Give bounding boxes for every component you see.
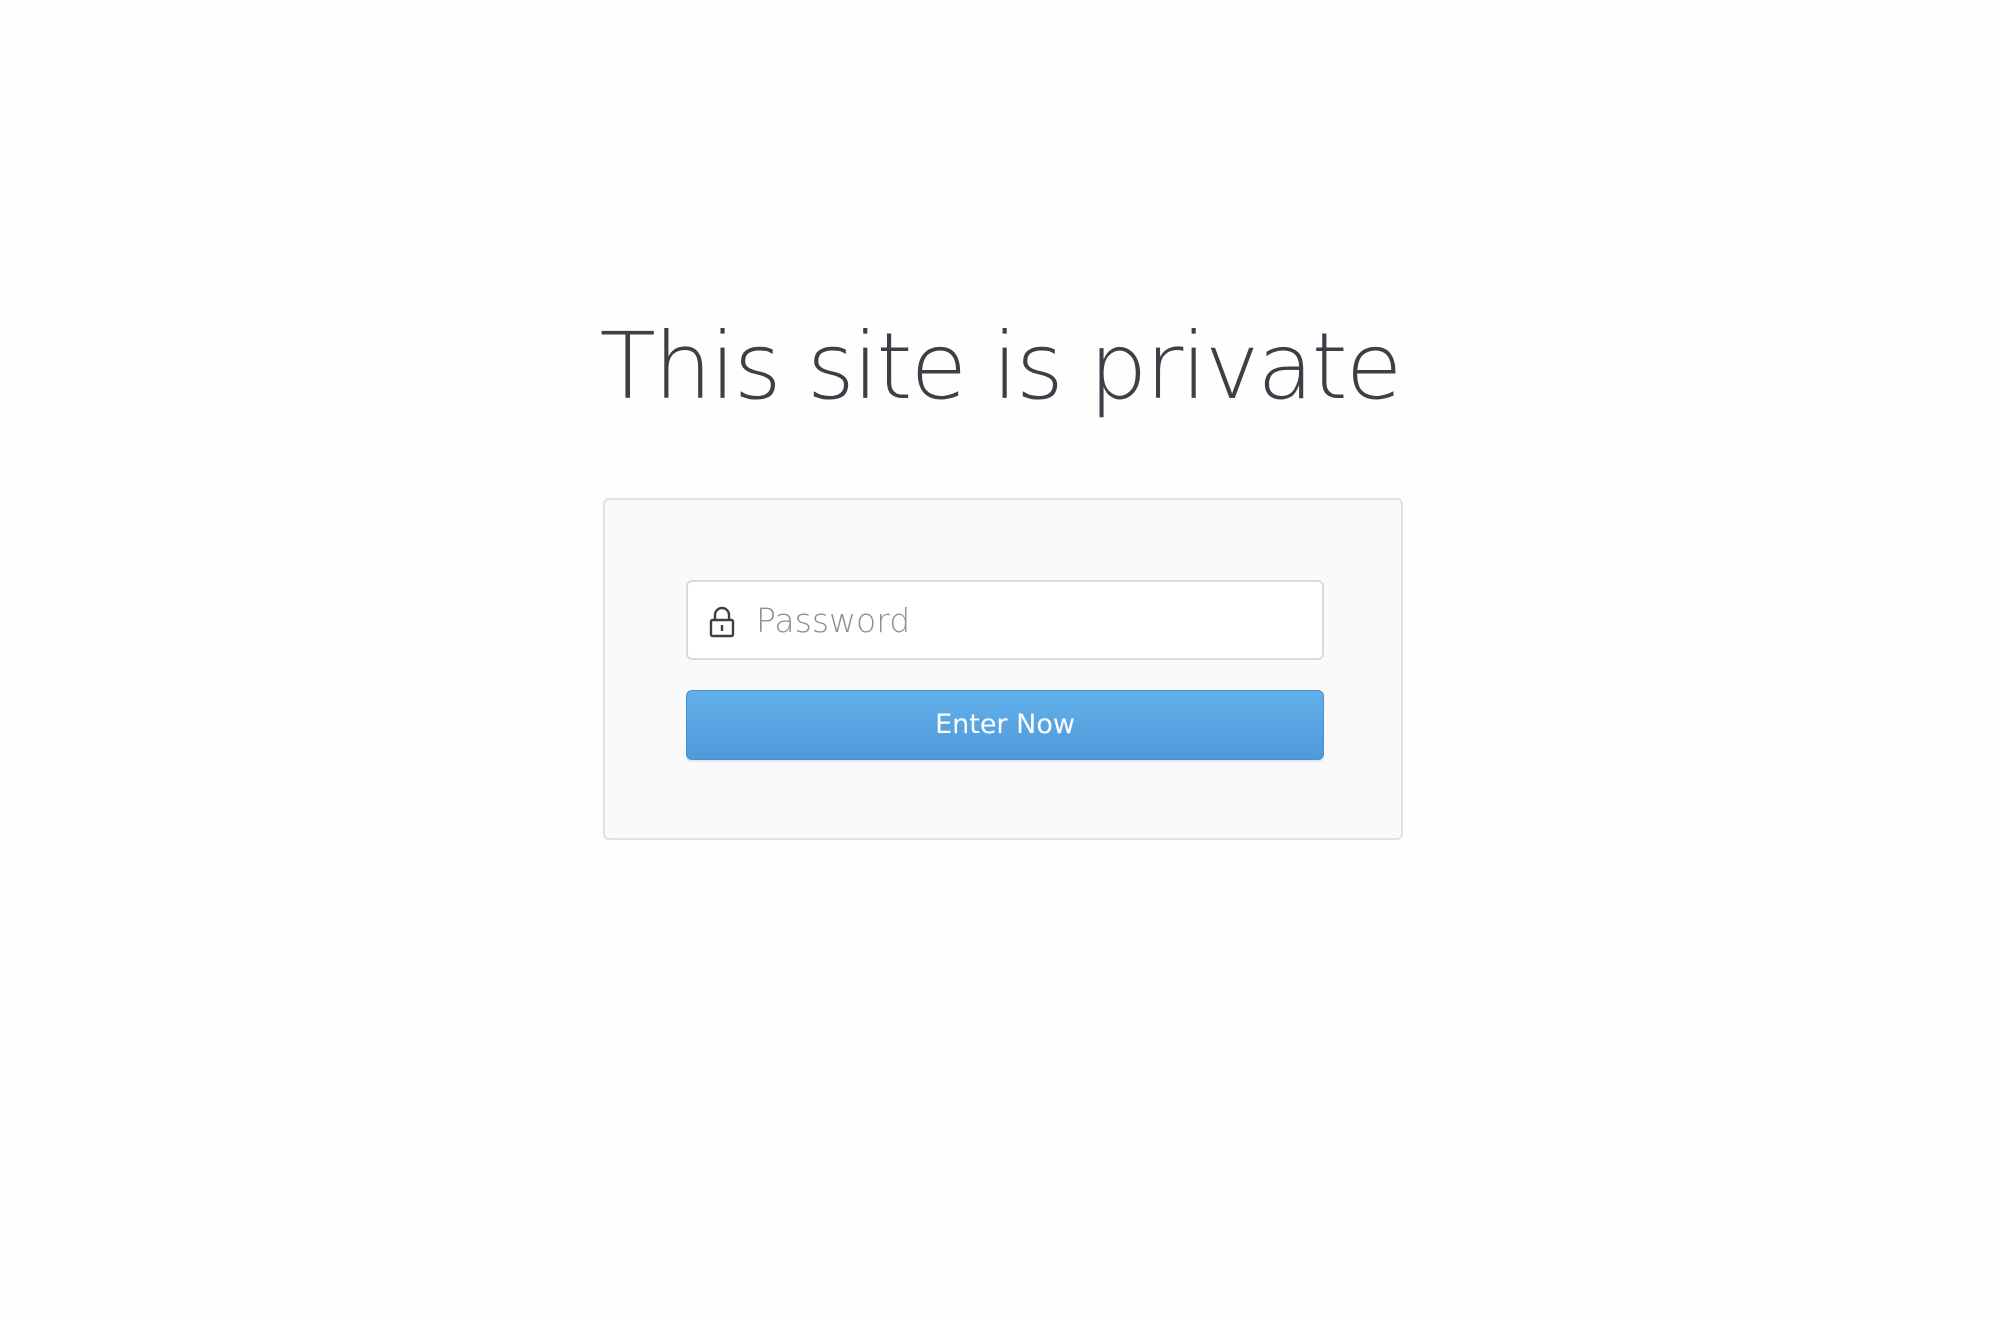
page: This site is private Enter Now xyxy=(0,0,2000,1320)
password-input[interactable] xyxy=(756,582,1306,658)
password-card: Enter Now xyxy=(603,498,1403,840)
enter-now-button[interactable]: Enter Now xyxy=(686,690,1324,760)
lock-icon xyxy=(708,606,736,638)
password-field[interactable] xyxy=(686,580,1324,660)
page-title: This site is private xyxy=(599,313,1403,420)
